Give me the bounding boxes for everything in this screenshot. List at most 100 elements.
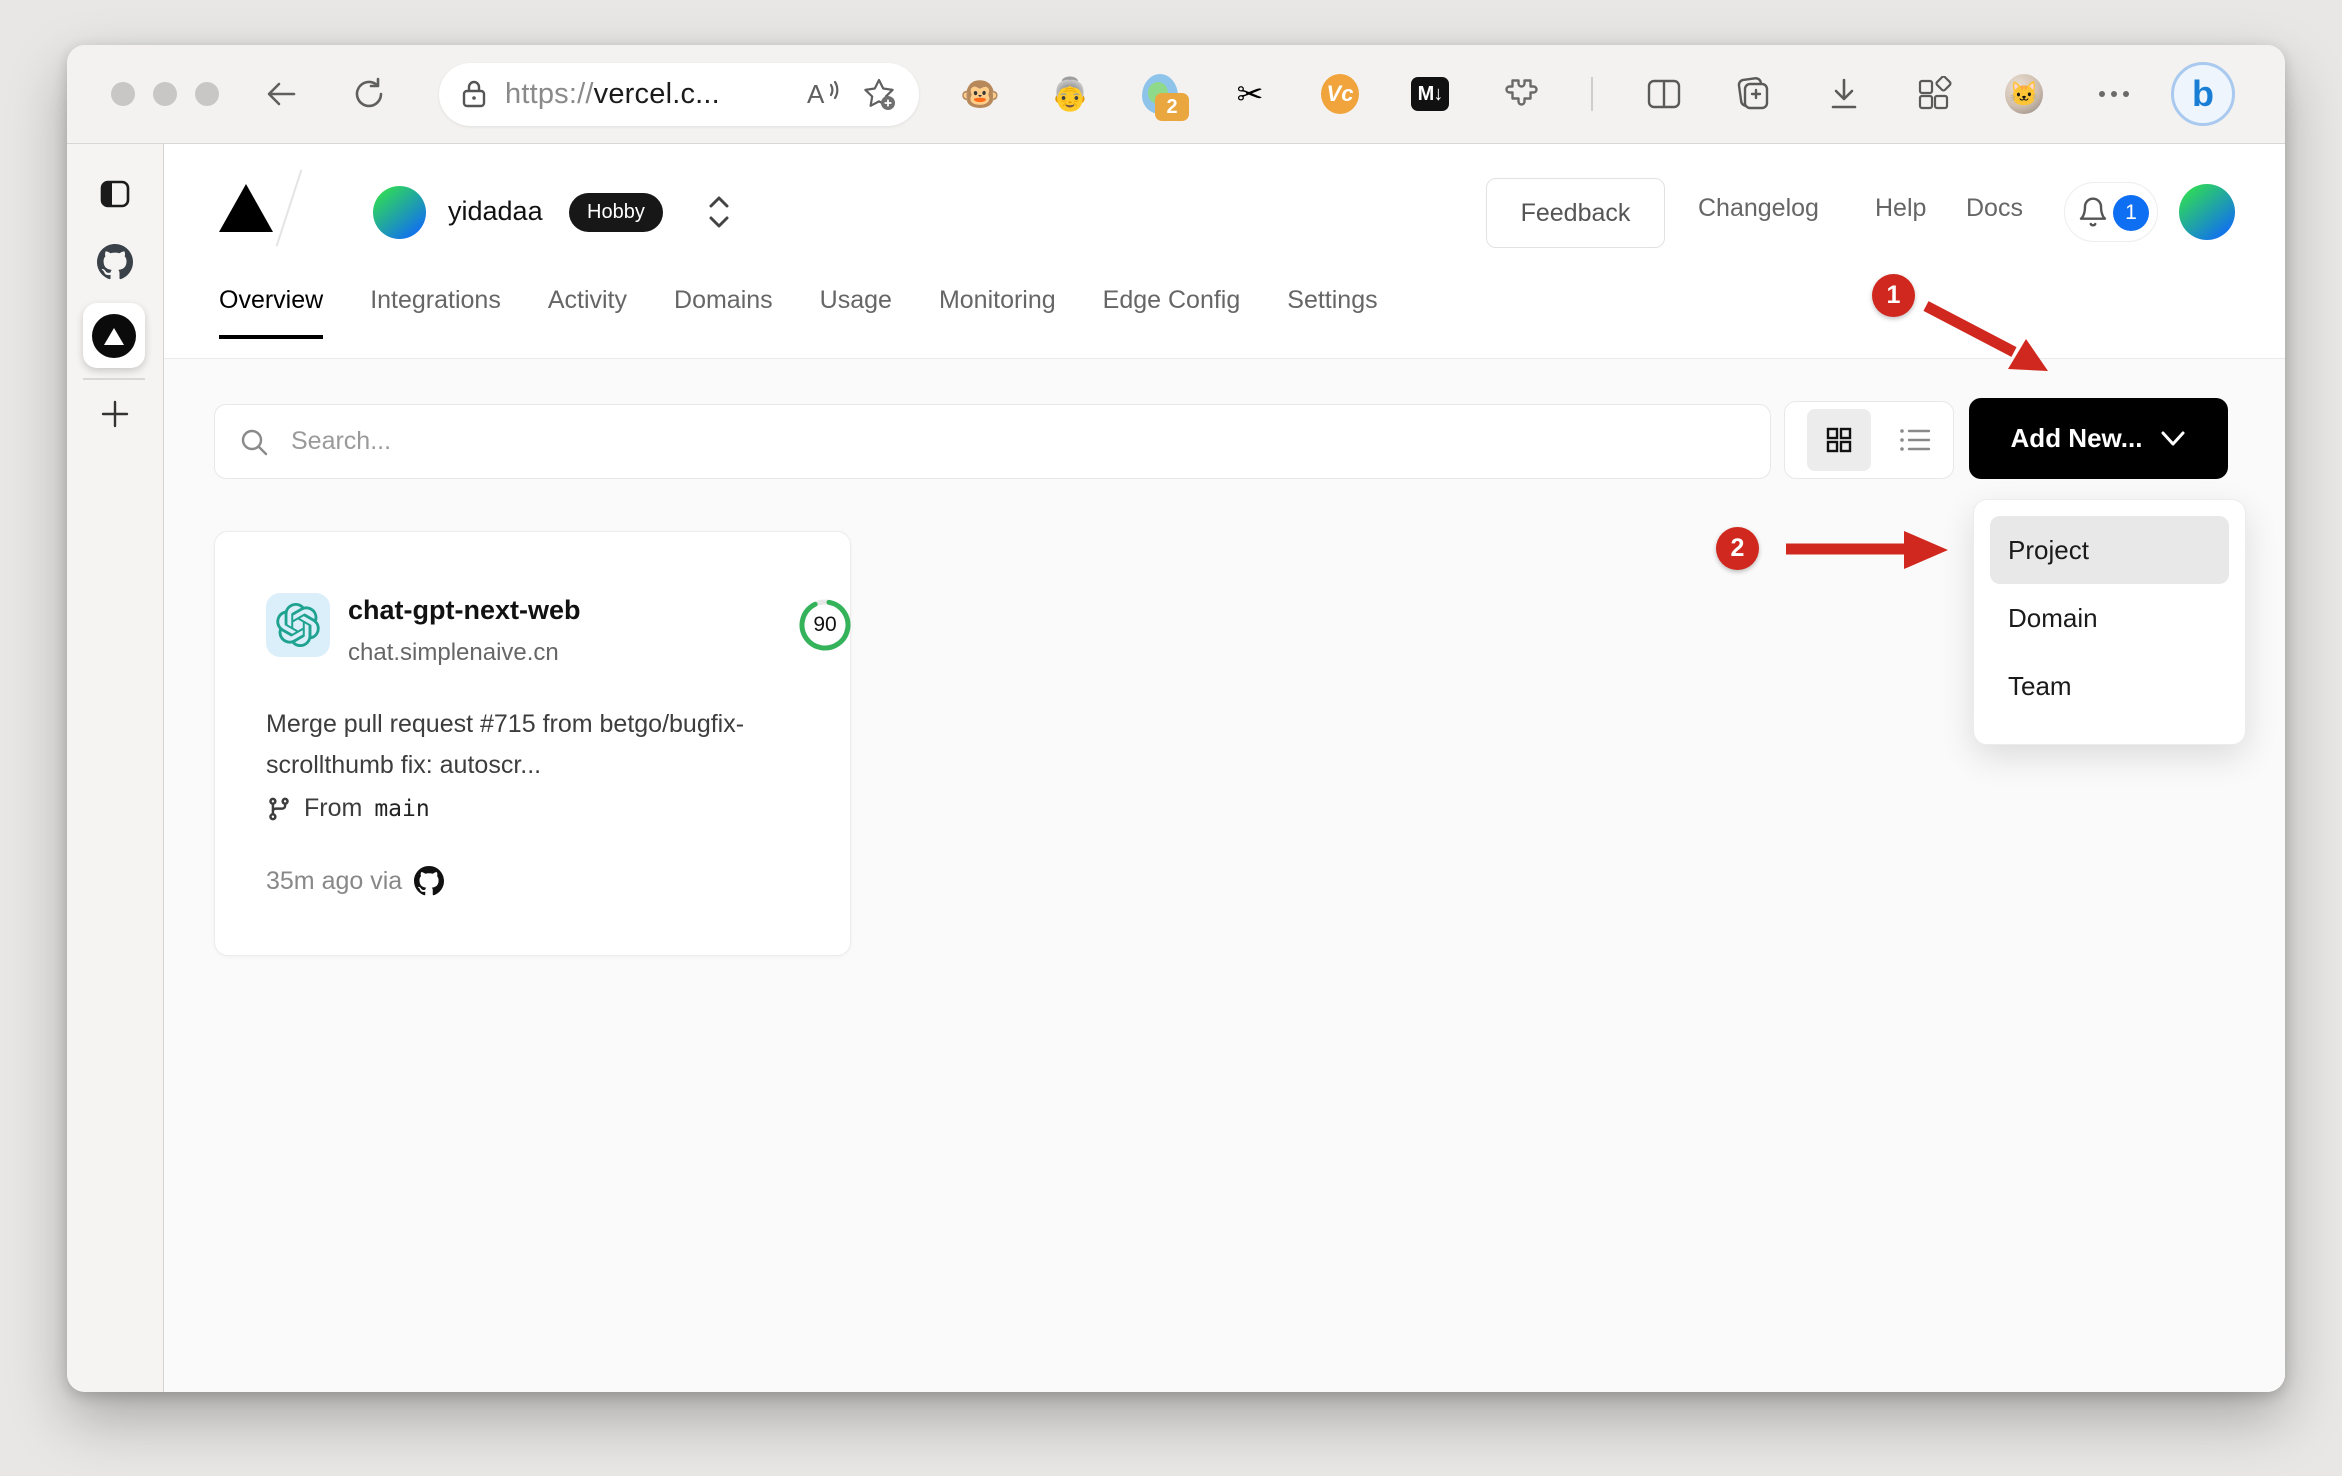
more-menu-icon[interactable] (2095, 75, 2133, 113)
extensions-area: 🐵 👵 2 ✂ Vc M↓ 🐱 (960, 74, 2133, 121)
breadcrumb-slash (275, 169, 303, 247)
tab-integrations[interactable]: Integrations (370, 286, 501, 339)
lock-icon (461, 79, 487, 109)
team-switcher-icon[interactable] (706, 192, 732, 237)
back-button[interactable] (259, 72, 303, 116)
browser-toolbar: https://vercel.c... A 🐵 👵 2 ✂ Vc M↓ 🐱 b (67, 45, 2285, 144)
profile-avatar[interactable]: 🐱 (2005, 74, 2043, 114)
bell-icon (2079, 197, 2107, 227)
copilot-bing-icon[interactable]: b (2171, 62, 2235, 126)
cat-avatar-image: 🐱 (2005, 74, 2043, 114)
browser-sidebar (67, 144, 164, 1392)
changelog-link[interactable]: Changelog (1698, 194, 1819, 223)
address-bar[interactable]: https://vercel.c... A (439, 62, 919, 126)
tampermonkey-extension-icon[interactable]: 🐵 (960, 75, 1000, 113)
url-host: vercel.c... (593, 77, 720, 110)
sidebar-divider (83, 378, 145, 380)
team-name: yidadaa (448, 196, 543, 226)
notifications-button[interactable]: 1 (2064, 182, 2158, 242)
markdown-extension-icon[interactable]: M↓ (1411, 75, 1449, 113)
tab-edge-config[interactable]: Edge Config (1103, 286, 1241, 339)
toggle-sidebar-icon[interactable] (67, 180, 163, 208)
clipper-extension-icon[interactable]: ✂ (1231, 75, 1269, 113)
search-input[interactable] (289, 426, 1746, 457)
branch-label: From (304, 794, 363, 822)
svg-text:A: A (807, 79, 825, 109)
desktop: https://vercel.c... A 🐵 👵 2 ✂ Vc M↓ 🐱 b … (0, 0, 2342, 1476)
user-avatar[interactable] (2179, 184, 2235, 240)
tab-activity[interactable]: Activity (548, 286, 627, 339)
apps-icon[interactable] (1915, 75, 1953, 113)
vc-extension-icon[interactable]: Vc (1321, 74, 1359, 114)
vercel-page: yidadaa Hobby Feedback Changelog Help Do… (164, 144, 2285, 1392)
search-bar[interactable] (214, 404, 1771, 479)
extensions-puzzle-icon[interactable] (1501, 75, 1539, 113)
toolbar-separator (1591, 77, 1593, 111)
person-extension-icon[interactable]: 👵 (1050, 75, 1090, 113)
docs-link[interactable]: Docs (1966, 194, 2023, 223)
commit-message: Merge pull request #715 from betgo/bugfi… (266, 710, 745, 779)
close-window-button[interactable] (111, 82, 135, 106)
list-view-button[interactable] (1898, 425, 1932, 455)
back-arrow-icon (267, 82, 296, 106)
view-toggle (1784, 401, 1954, 479)
add-favorite-icon[interactable] (861, 76, 897, 112)
new-tab-icon[interactable] (67, 396, 163, 432)
notification-count-badge: 1 (2113, 195, 2149, 231)
vc-icon: Vc (1321, 74, 1359, 114)
sidebar-tab-github[interactable] (67, 244, 163, 280)
downloads-icon[interactable] (1825, 75, 1863, 113)
team-avatar[interactable] (373, 186, 426, 239)
tab-overview[interactable]: Overview (219, 286, 324, 339)
help-link[interactable]: Help (1875, 194, 1926, 223)
vercel-header: yidadaa Hobby Feedback Changelog Help Do… (164, 144, 2285, 359)
branch-row: From main (266, 794, 430, 823)
translate-extension-icon[interactable]: 2 (1141, 74, 1189, 121)
url-text: https://vercel.c... (505, 78, 720, 111)
plan-badge: Hobby (569, 193, 663, 232)
annotation-step-1: 1 (1872, 274, 1915, 317)
git-branch-icon (269, 797, 289, 820)
search-icon (241, 429, 268, 455)
feedback-button[interactable]: Feedback (1486, 178, 1665, 248)
nav-tabs: Overview Integrations Activity Domains U… (219, 286, 1378, 339)
chevron-down-icon (2161, 431, 2185, 445)
annotation-step-2: 2 (1716, 527, 1759, 570)
traffic-lights (111, 82, 219, 106)
lighthouse-score: 90 (796, 596, 854, 654)
tab-usage[interactable]: Usage (820, 286, 892, 339)
project-icon (266, 593, 330, 657)
tab-settings[interactable]: Settings (1287, 286, 1377, 339)
add-new-label: Add New... (2010, 423, 2143, 453)
vercel-favicon (92, 313, 136, 358)
add-new-dropdown: Project Domain Team (1973, 499, 2246, 745)
score-value: 90 (813, 613, 837, 636)
menu-item-project[interactable]: Project (1990, 516, 2229, 584)
project-domain-link[interactable]: chat.simplenaive.cn (348, 639, 559, 667)
tab-domains[interactable]: Domains (674, 286, 773, 339)
branch-name: main (374, 795, 430, 822)
minimize-window-button[interactable] (153, 82, 177, 106)
read-aloud-icon[interactable]: A (807, 79, 841, 109)
reload-button[interactable] (347, 72, 391, 116)
collections-icon[interactable] (1735, 75, 1773, 113)
split-screen-icon[interactable] (1645, 75, 1683, 113)
project-name: chat-gpt-next-web (348, 595, 581, 625)
sidebar-tab-vercel-active[interactable] (83, 303, 145, 368)
project-card[interactable]: chat-gpt-next-web chat.simplenaive.cn 90… (214, 531, 851, 956)
add-new-button[interactable]: Add New... (1969, 398, 2228, 479)
tab-monitoring[interactable]: Monitoring (939, 286, 1056, 339)
openai-logo-icon (276, 603, 320, 647)
github-icon (414, 866, 445, 896)
zoom-window-button[interactable] (195, 82, 219, 106)
deploy-meta: 35m ago via (266, 866, 403, 895)
url-scheme: https:// (505, 77, 594, 110)
menu-item-team[interactable]: Team (1990, 652, 2229, 720)
markdown-icon: M↓ (1411, 77, 1449, 111)
reload-icon (355, 77, 383, 108)
browser-window: https://vercel.c... A 🐵 👵 2 ✂ Vc M↓ 🐱 b … (67, 45, 2285, 1392)
extension-badge: 2 (1155, 93, 1189, 121)
grid-view-button[interactable] (1806, 409, 1871, 471)
vercel-logo-icon[interactable] (219, 184, 273, 237)
menu-item-domain[interactable]: Domain (1990, 584, 2229, 652)
